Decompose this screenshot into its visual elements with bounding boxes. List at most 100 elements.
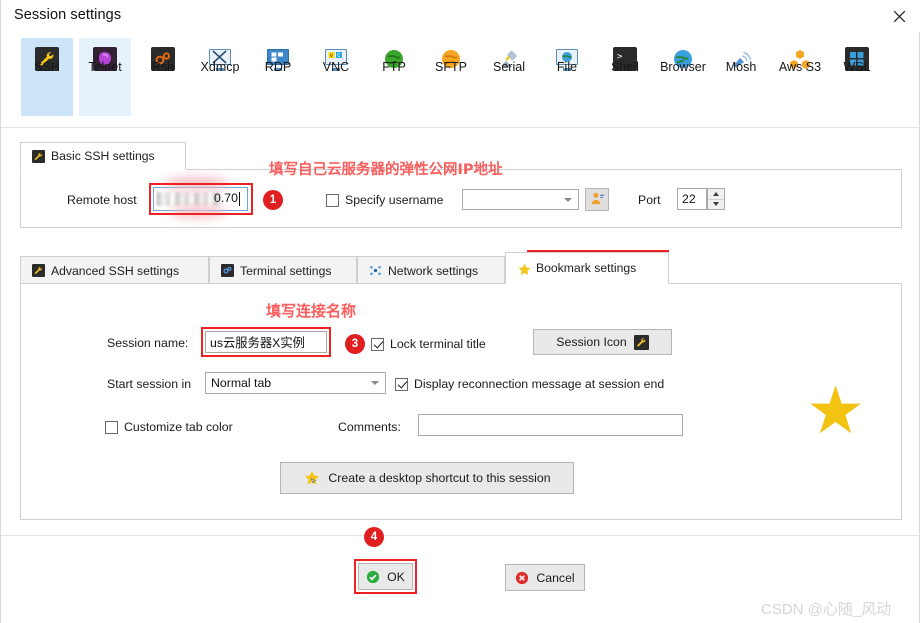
remote-host-visible-text: 0.70	[214, 191, 238, 205]
session-type-label: Shell	[611, 60, 639, 74]
session-type-mosh[interactable]: Mosh	[715, 38, 767, 116]
tab-label: Advanced SSH settings	[51, 263, 180, 278]
port-spinner-down[interactable]	[708, 200, 724, 210]
username-picker-button[interactable]	[585, 188, 609, 211]
customize-tab-color-checkbox[interactable]: Customize tab color	[105, 420, 233, 434]
divider	[1, 127, 920, 128]
start-session-in-value: Normal tab	[211, 376, 272, 390]
checkbox-box	[395, 377, 408, 391]
session-type-label: SSH	[34, 60, 60, 74]
username-combo[interactable]	[462, 189, 579, 210]
session-type-wsl[interactable]: WSL	[831, 38, 883, 116]
session-type-rsh[interactable]: Rsh	[137, 38, 189, 116]
tab-bookmark-settings[interactable]: Bookmark settings	[505, 252, 669, 284]
lock-terminal-title-checkbox[interactable]: Lock terminal title	[371, 337, 486, 351]
session-type-shell[interactable]: > Shell	[599, 38, 651, 116]
session-icon-button-label: Session Icon	[556, 335, 627, 349]
title-bar: Session settings	[1, 0, 920, 32]
star-icon	[517, 262, 531, 275]
session-type-label: Telnet	[88, 60, 122, 74]
session-type-label: FTP	[382, 60, 406, 74]
tab-basic-ssh-settings[interactable]: Basic SSH settings	[20, 142, 186, 170]
session-type-label: File	[556, 60, 578, 74]
tab-network-settings[interactable]: Network settings	[357, 256, 505, 284]
session-type-label: Aws S3	[778, 60, 822, 74]
session-type-strip: SSH Telnet Rsh Xdmcp RDP v c VNC FTP SFT…	[1, 34, 920, 120]
chevron-down-icon	[371, 381, 379, 385]
session-type-serial[interactable]: Serial	[483, 38, 535, 116]
session-type-vnc[interactable]: v c VNC	[310, 38, 362, 116]
ok-button[interactable]: OK	[358, 563, 413, 590]
watermark: CSDN @心随_风动	[761, 601, 892, 618]
footer-divider	[1, 535, 920, 536]
chevron-down-icon	[564, 197, 572, 202]
tab-label: Bookmark settings	[536, 261, 637, 275]
close-icon	[893, 10, 905, 22]
wrench-icon	[32, 264, 45, 277]
terminal-settings-icon	[221, 264, 234, 277]
red-x-icon	[515, 571, 529, 585]
session-name-value: us云服务器X实例	[210, 336, 305, 350]
checkbox-box	[105, 420, 118, 434]
checkbox-box	[371, 337, 384, 351]
checkbox-box	[326, 193, 339, 207]
port-label: Port	[638, 193, 661, 207]
network-nodes-icon	[369, 264, 382, 277]
cancel-label: Cancel	[536, 570, 575, 585]
create-desktop-shortcut-button[interactable]: Create a desktop shortcut to this sessio…	[280, 462, 574, 494]
session-settings-window: Session settings SSH Telnet Rsh Xdmcp RD…	[0, 0, 920, 623]
session-type-label: Serial	[493, 60, 525, 74]
session-type-label: RDP	[264, 60, 292, 74]
session-type-label: Xdmcp	[200, 60, 240, 74]
annotation-session-name: 填写连接名称	[266, 302, 357, 320]
tab-terminal-settings[interactable]: Terminal settings	[209, 256, 357, 284]
badge-4: 4	[364, 527, 384, 547]
session-type-label: Mosh	[725, 60, 757, 74]
checkbox-label: Lock terminal title	[390, 337, 486, 351]
tab-label: Basic SSH settings	[51, 149, 155, 163]
checkbox-label: Display reconnection message at session …	[414, 377, 665, 391]
badge-1: 1	[263, 190, 283, 210]
svg-text:c: c	[337, 52, 340, 59]
star-icon: ★	[806, 372, 866, 449]
start-session-in-combo[interactable]: Normal tab	[205, 372, 386, 394]
session-type-file[interactable]: File	[541, 38, 593, 116]
wrench-icon	[633, 334, 649, 350]
session-name-input[interactable]: us云服务器X实例	[205, 331, 327, 353]
close-button[interactable]	[877, 0, 920, 32]
port-spinner[interactable]	[707, 188, 725, 210]
cancel-button[interactable]: Cancel	[505, 564, 585, 591]
session-icon-button[interactable]: Session Icon	[533, 329, 672, 355]
checkbox-label: Customize tab color	[124, 420, 233, 434]
session-type-label: VNC	[322, 60, 350, 74]
session-type-ssh[interactable]: SSH	[21, 38, 73, 116]
session-type-telnet[interactable]: Telnet	[79, 38, 131, 116]
session-type-xdmcp[interactable]: Xdmcp	[194, 38, 246, 116]
display-reconnection-checkbox[interactable]: Display reconnection message at session …	[395, 377, 664, 391]
session-type-label: SFTP	[435, 60, 467, 74]
checkbox-label: Specify username	[345, 193, 444, 207]
badge-3: 3	[345, 334, 365, 354]
session-type-label: Rsh	[151, 60, 175, 74]
port-input[interactable]: 22	[677, 188, 707, 210]
port-value: 22	[682, 192, 696, 206]
session-type-sftp[interactable]: SFTP	[425, 38, 477, 116]
session-type-ftp[interactable]: FTP	[368, 38, 420, 116]
comments-input[interactable]	[418, 414, 683, 436]
session-type-browser[interactable]: Browser	[657, 38, 709, 116]
session-name-label: Session name:	[107, 336, 189, 350]
tab-advanced-ssh-settings[interactable]: Advanced SSH settings	[20, 256, 209, 284]
page-title: Session settings	[14, 7, 122, 23]
ok-label: OK	[387, 569, 405, 584]
start-session-in-label: Start session in	[107, 377, 192, 391]
session-type-label: WSL	[843, 60, 871, 74]
specify-username-checkbox[interactable]: Specify username	[326, 193, 443, 207]
session-type-label: Browser	[660, 60, 706, 74]
svg-text:v: v	[330, 52, 334, 59]
user-picker-icon	[590, 191, 605, 209]
shortcut-button-label: Create a desktop shortcut to this sessio…	[328, 471, 551, 485]
session-type-aws-s3[interactable]: Aws S3	[769, 38, 831, 116]
star-cursor-icon	[303, 469, 321, 487]
port-spinner-up[interactable]	[708, 189, 724, 200]
session-type-rdp[interactable]: RDP	[252, 38, 304, 116]
